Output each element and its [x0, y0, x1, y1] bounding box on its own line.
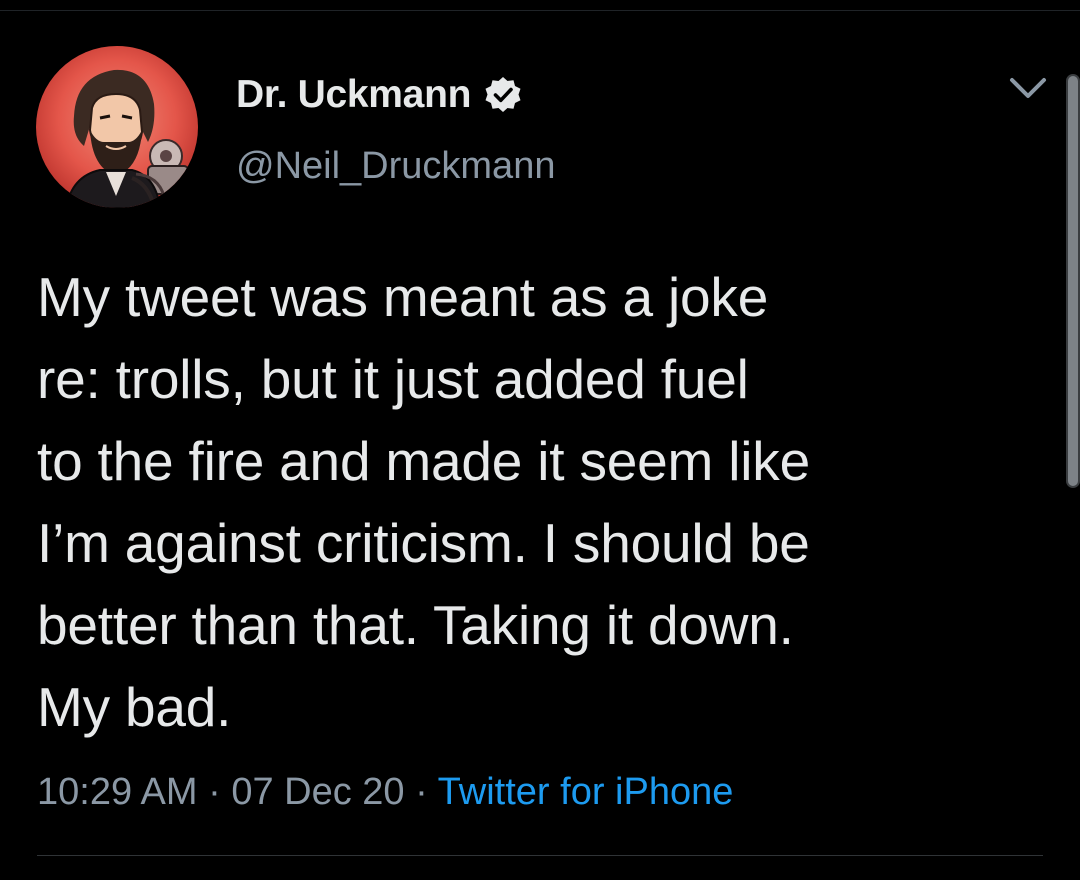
author-name-row[interactable]: Dr. Uckmann	[236, 70, 523, 120]
display-name[interactable]: Dr. Uckmann	[236, 73, 471, 117]
tweet-detail: Dr. Uckmann @Neil_Druckmann My tweet was…	[0, 0, 1080, 880]
tweet-date[interactable]: 07 Dec 20	[231, 771, 404, 813]
tweet-meta: 10:29 AM · 07 Dec 20 · Twitter for iPhon…	[37, 766, 733, 818]
tweet-text: My tweet was meant as a joke re: trolls,…	[37, 266, 810, 738]
meta-separator: ·	[208, 771, 232, 813]
tweet-time[interactable]: 10:29 AM	[37, 771, 198, 813]
author-handle[interactable]: @Neil_Druckmann	[236, 145, 555, 188]
avatar-illustration	[36, 46, 198, 208]
meta-separator: ·	[415, 771, 438, 813]
bottom-divider	[37, 855, 1043, 856]
verified-badge-icon	[483, 75, 523, 115]
chevron-down-icon[interactable]	[1006, 74, 1050, 104]
avatar[interactable]	[36, 46, 198, 208]
scrollbar[interactable]	[1066, 74, 1080, 488]
tweet-source-link[interactable]: Twitter for iPhone	[438, 771, 734, 813]
